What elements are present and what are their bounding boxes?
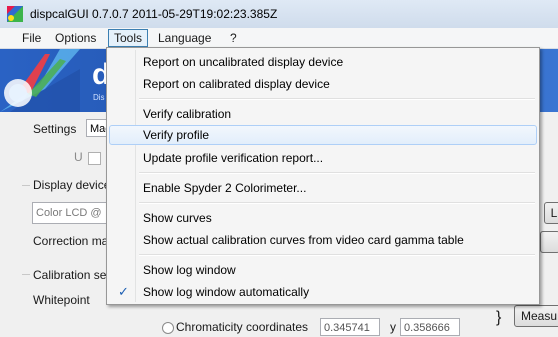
divider [22,274,30,275]
menu-item-label: Show curves [143,211,212,225]
display-device-select[interactable]: Color LCD @ [32,202,108,224]
menu-separator [139,202,535,204]
chroma-x-field[interactable]: 0.345741 [320,318,380,336]
title-bar: dispcalGUI 0.7.0.7 2011-05-29T19:02:23.3… [0,0,558,29]
menu-item-report-uncalibrated[interactable]: Report on uncalibrated display device [109,52,537,72]
menu-item-label: Verify calibration [143,107,232,121]
logo-icon [0,49,80,112]
menu-separator [139,98,535,100]
window-title: dispcalGUI 0.7.0.7 2011-05-29T19:02:23.3… [30,7,278,21]
menu-item-label: Show log window automatically [143,285,310,299]
tools-dropdown-menu: Report on uncalibrated display device Re… [106,47,540,305]
menu-separator [139,254,535,256]
menu-language[interactable]: Language [153,30,216,46]
menu-file[interactable]: File [17,30,46,46]
chromaticity-radio[interactable] [162,322,174,334]
correction-label: Correction ma [33,234,109,248]
chroma-y-field[interactable]: 0.358666 [400,318,460,336]
menu-options[interactable]: Options [50,30,101,46]
menu-item-verify-calibration[interactable]: Verify calibration [109,104,537,124]
checkbox-label: U [74,150,83,164]
divider [22,185,30,186]
menu-item-show-log-window-automatically[interactable]: ✓ Show log window automatically [109,282,537,302]
menu-bar: File Options Tools Language ? [0,28,558,49]
whitepoint-label: Whitepoint [33,293,90,307]
right-side-button[interactable]: L [544,202,558,224]
menu-item-label: Show log window [143,263,236,277]
calibration-settings-label: Calibration set [33,268,110,282]
settings-label: Settings [33,122,77,136]
menu-item-show-curves[interactable]: Show curves [109,208,537,228]
display-device-label: Display device [33,178,111,192]
menu-tools[interactable]: Tools [108,29,149,47]
menu-item-label: Show actual calibration curves from vide… [143,233,464,247]
app-icon [7,6,23,22]
chromaticity-label: Chromaticity coordinates [176,320,309,334]
menu-item-enable-spyder2[interactable]: Enable Spyder 2 Colorimeter... [109,178,537,198]
banner-subtitle: Dis [93,93,105,102]
menu-separator [139,172,535,174]
menu-item-show-log-window[interactable]: Show log window [109,260,537,280]
menu-item-label: Enable Spyder 2 Colorimeter... [143,181,307,195]
correction-button[interactable] [540,231,558,253]
menu-item-label: Verify profile [143,128,210,142]
menu-item-label: Update profile verification report... [143,151,324,165]
unnamed-checkbox[interactable] [88,152,101,165]
menu-item-update-verification-report[interactable]: Update profile verification report... [109,148,537,168]
menu-item-show-actual-calibration-curves[interactable]: Show actual calibration curves from vide… [109,230,537,250]
menu-item-verify-profile[interactable]: Verify profile [109,125,537,145]
checkmark-icon: ✓ [118,284,129,299]
menu-item-label: Report on uncalibrated display device [143,55,344,69]
menu-item-report-calibrated[interactable]: Report on calibrated display device [109,74,537,94]
chroma-y-label: y [390,320,396,334]
measure-button[interactable]: Measu [514,305,558,327]
brace-glyph: } [496,309,502,326]
menu-item-label: Report on calibrated display device [143,77,330,91]
menu-help[interactable]: ? [225,30,242,46]
